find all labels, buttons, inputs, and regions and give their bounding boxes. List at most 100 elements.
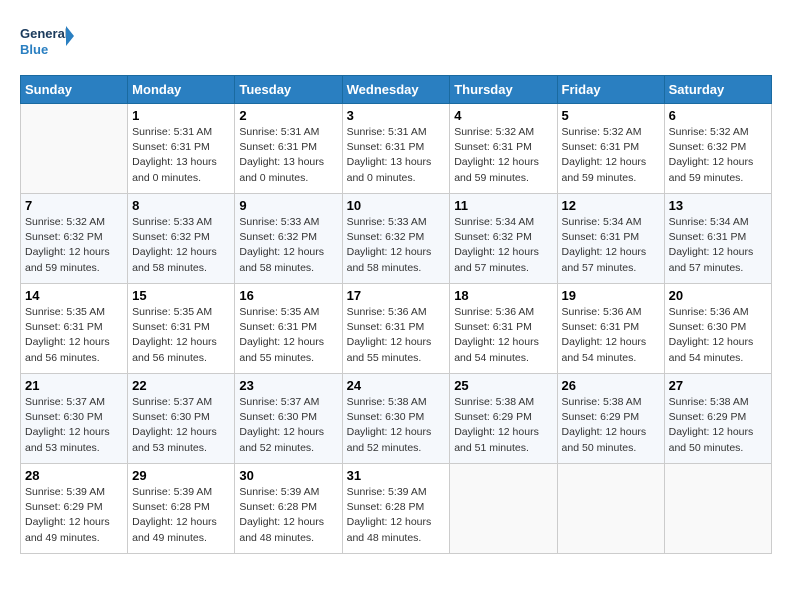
- day-info: Sunrise: 5:33 AM Sunset: 6:32 PM Dayligh…: [132, 215, 230, 276]
- calendar-day-cell: 28Sunrise: 5:39 AM Sunset: 6:29 PM Dayli…: [21, 464, 128, 554]
- day-number: 24: [347, 378, 446, 393]
- day-number: 12: [562, 198, 660, 213]
- logo-svg: General Blue: [20, 20, 75, 65]
- calendar-day-header: Thursday: [450, 76, 557, 104]
- day-number: 7: [25, 198, 123, 213]
- day-number: 14: [25, 288, 123, 303]
- calendar-day-cell: 26 Sunrise: 5:38 AM Sunset: 6:29 PM Dayli…: [557, 374, 664, 464]
- calendar-day-cell: 22Sunrise: 5:37 AM Sunset: 6:30 PM Dayli…: [128, 374, 235, 464]
- day-info: Sunrise: 5:34 AM Sunset: 6:32 PM Dayligh…: [454, 215, 552, 276]
- calendar-day-cell: 9Sunrise: 5:33 AM Sunset: 6:32 PM Daylig…: [235, 194, 342, 284]
- day-info: Sunrise: 5:36 AM Sunset: 6:30 PM Dayligh…: [669, 305, 767, 366]
- calendar-day-cell: 11 Sunrise: 5:34 AM Sunset: 6:32 PM Dayli…: [450, 194, 557, 284]
- day-number: 30: [239, 468, 337, 483]
- calendar-day-cell: 2 Sunrise: 5:31 AM Sunset: 6:31 PM Daylig…: [235, 104, 342, 194]
- calendar-day-cell: 16 Sunrise: 5:35 AM Sunset: 6:31 PM Dayli…: [235, 284, 342, 374]
- day-info: Sunrise: 5:37 AM Sunset: 6:30 PM Dayligh…: [239, 395, 337, 456]
- svg-text:General: General: [20, 26, 68, 41]
- day-info: Sunrise: 5:39 AM Sunset: 6:28 PM Dayligh…: [239, 485, 337, 546]
- logo: General Blue: [20, 20, 75, 65]
- calendar-day-cell: 18 Sunrise: 5:36 AM Sunset: 6:31 PM Dayli…: [450, 284, 557, 374]
- day-number: 2: [239, 108, 337, 123]
- calendar-day-cell: 10Sunrise: 5:33 AM Sunset: 6:32 PM Dayli…: [342, 194, 450, 284]
- day-number: 19: [562, 288, 660, 303]
- calendar-day-cell: [557, 464, 664, 554]
- day-info: Sunrise: 5:31 AM Sunset: 6:31 PM Dayligh…: [132, 125, 230, 186]
- calendar-day-cell: 5 Sunrise: 5:32 AM Sunset: 6:31 PM Daylig…: [557, 104, 664, 194]
- calendar-day-header: Monday: [128, 76, 235, 104]
- calendar-week-row: 21 Sunrise: 5:37 AM Sunset: 6:30 PM Dayli…: [21, 374, 772, 464]
- calendar-day-cell: 21 Sunrise: 5:37 AM Sunset: 6:30 PM Dayli…: [21, 374, 128, 464]
- calendar-week-row: 7Sunrise: 5:32 AM Sunset: 6:32 PM Daylig…: [21, 194, 772, 284]
- day-info: Sunrise: 5:38 AM Sunset: 6:29 PM Dayligh…: [562, 395, 660, 456]
- page-header: General Blue: [20, 20, 772, 65]
- day-number: 4: [454, 108, 552, 123]
- calendar-day-cell: 27 Sunrise: 5:38 AM Sunset: 6:29 PM Dayli…: [664, 374, 771, 464]
- day-info: Sunrise: 5:38 AM Sunset: 6:29 PM Dayligh…: [669, 395, 767, 456]
- calendar-day-cell: [21, 104, 128, 194]
- calendar-week-row: 28Sunrise: 5:39 AM Sunset: 6:29 PM Dayli…: [21, 464, 772, 554]
- calendar-day-cell: 31Sunrise: 5:39 AM Sunset: 6:28 PM Dayli…: [342, 464, 450, 554]
- day-info: Sunrise: 5:34 AM Sunset: 6:31 PM Dayligh…: [562, 215, 660, 276]
- day-number: 11: [454, 198, 552, 213]
- day-info: Sunrise: 5:36 AM Sunset: 6:31 PM Dayligh…: [562, 305, 660, 366]
- day-number: 29: [132, 468, 230, 483]
- day-info: Sunrise: 5:35 AM Sunset: 6:31 PM Dayligh…: [25, 305, 123, 366]
- day-info: Sunrise: 5:37 AM Sunset: 6:30 PM Dayligh…: [25, 395, 123, 456]
- day-number: 20: [669, 288, 767, 303]
- calendar-day-header: Saturday: [664, 76, 771, 104]
- day-info: Sunrise: 5:32 AM Sunset: 6:32 PM Dayligh…: [669, 125, 767, 186]
- day-info: Sunrise: 5:39 AM Sunset: 6:28 PM Dayligh…: [132, 485, 230, 546]
- calendar-day-cell: [450, 464, 557, 554]
- calendar-day-header: Wednesday: [342, 76, 450, 104]
- day-number: 15: [132, 288, 230, 303]
- day-number: 3: [347, 108, 446, 123]
- calendar-day-cell: 30 Sunrise: 5:39 AM Sunset: 6:28 PM Dayli…: [235, 464, 342, 554]
- calendar-day-cell: 20 Sunrise: 5:36 AM Sunset: 6:30 PM Dayli…: [664, 284, 771, 374]
- day-number: 17: [347, 288, 446, 303]
- calendar-day-cell: 3 Sunrise: 5:31 AM Sunset: 6:31 PM Daylig…: [342, 104, 450, 194]
- day-number: 18: [454, 288, 552, 303]
- calendar-day-cell: 14 Sunrise: 5:35 AM Sunset: 6:31 PM Dayli…: [21, 284, 128, 374]
- calendar-header-row: SundayMondayTuesdayWednesdayThursdayFrid…: [21, 76, 772, 104]
- day-info: Sunrise: 5:36 AM Sunset: 6:31 PM Dayligh…: [454, 305, 552, 366]
- day-info: Sunrise: 5:38 AM Sunset: 6:29 PM Dayligh…: [454, 395, 552, 456]
- day-info: Sunrise: 5:34 AM Sunset: 6:31 PM Dayligh…: [669, 215, 767, 276]
- day-info: Sunrise: 5:35 AM Sunset: 6:31 PM Dayligh…: [132, 305, 230, 366]
- calendar-day-cell: 23 Sunrise: 5:37 AM Sunset: 6:30 PM Dayli…: [235, 374, 342, 464]
- day-number: 1: [132, 108, 230, 123]
- day-info: Sunrise: 5:39 AM Sunset: 6:29 PM Dayligh…: [25, 485, 123, 546]
- calendar-day-cell: 13 Sunrise: 5:34 AM Sunset: 6:31 PM Dayli…: [664, 194, 771, 284]
- day-info: Sunrise: 5:37 AM Sunset: 6:30 PM Dayligh…: [132, 395, 230, 456]
- calendar-day-cell: 15 Sunrise: 5:35 AM Sunset: 6:31 PM Dayli…: [128, 284, 235, 374]
- day-number: 23: [239, 378, 337, 393]
- day-number: 6: [669, 108, 767, 123]
- calendar-day-cell: 29 Sunrise: 5:39 AM Sunset: 6:28 PM Dayli…: [128, 464, 235, 554]
- day-number: 5: [562, 108, 660, 123]
- day-info: Sunrise: 5:35 AM Sunset: 6:31 PM Dayligh…: [239, 305, 337, 366]
- day-number: 21: [25, 378, 123, 393]
- day-number: 13: [669, 198, 767, 213]
- day-info: Sunrise: 5:31 AM Sunset: 6:31 PM Dayligh…: [239, 125, 337, 186]
- day-info: Sunrise: 5:32 AM Sunset: 6:31 PM Dayligh…: [562, 125, 660, 186]
- calendar-table: SundayMondayTuesdayWednesdayThursdayFrid…: [20, 75, 772, 554]
- day-number: 10: [347, 198, 446, 213]
- day-number: 16: [239, 288, 337, 303]
- calendar-day-cell: 8 Sunrise: 5:33 AM Sunset: 6:32 PM Daylig…: [128, 194, 235, 284]
- day-number: 25: [454, 378, 552, 393]
- day-info: Sunrise: 5:38 AM Sunset: 6:30 PM Dayligh…: [347, 395, 446, 456]
- calendar-day-cell: 12 Sunrise: 5:34 AM Sunset: 6:31 PM Dayli…: [557, 194, 664, 284]
- day-number: 9: [239, 198, 337, 213]
- calendar-day-cell: 4Sunrise: 5:32 AM Sunset: 6:31 PM Daylig…: [450, 104, 557, 194]
- day-number: 8: [132, 198, 230, 213]
- day-number: 26: [562, 378, 660, 393]
- day-number: 31: [347, 468, 446, 483]
- calendar-week-row: 1 Sunrise: 5:31 AM Sunset: 6:31 PM Daylig…: [21, 104, 772, 194]
- day-info: Sunrise: 5:31 AM Sunset: 6:31 PM Dayligh…: [347, 125, 446, 186]
- svg-text:Blue: Blue: [20, 42, 48, 57]
- calendar-day-cell: 24 Sunrise: 5:38 AM Sunset: 6:30 PM Dayli…: [342, 374, 450, 464]
- calendar-day-cell: 6 Sunrise: 5:32 AM Sunset: 6:32 PM Daylig…: [664, 104, 771, 194]
- calendar-day-cell: 1 Sunrise: 5:31 AM Sunset: 6:31 PM Daylig…: [128, 104, 235, 194]
- calendar-day-cell: 7Sunrise: 5:32 AM Sunset: 6:32 PM Daylig…: [21, 194, 128, 284]
- day-number: 27: [669, 378, 767, 393]
